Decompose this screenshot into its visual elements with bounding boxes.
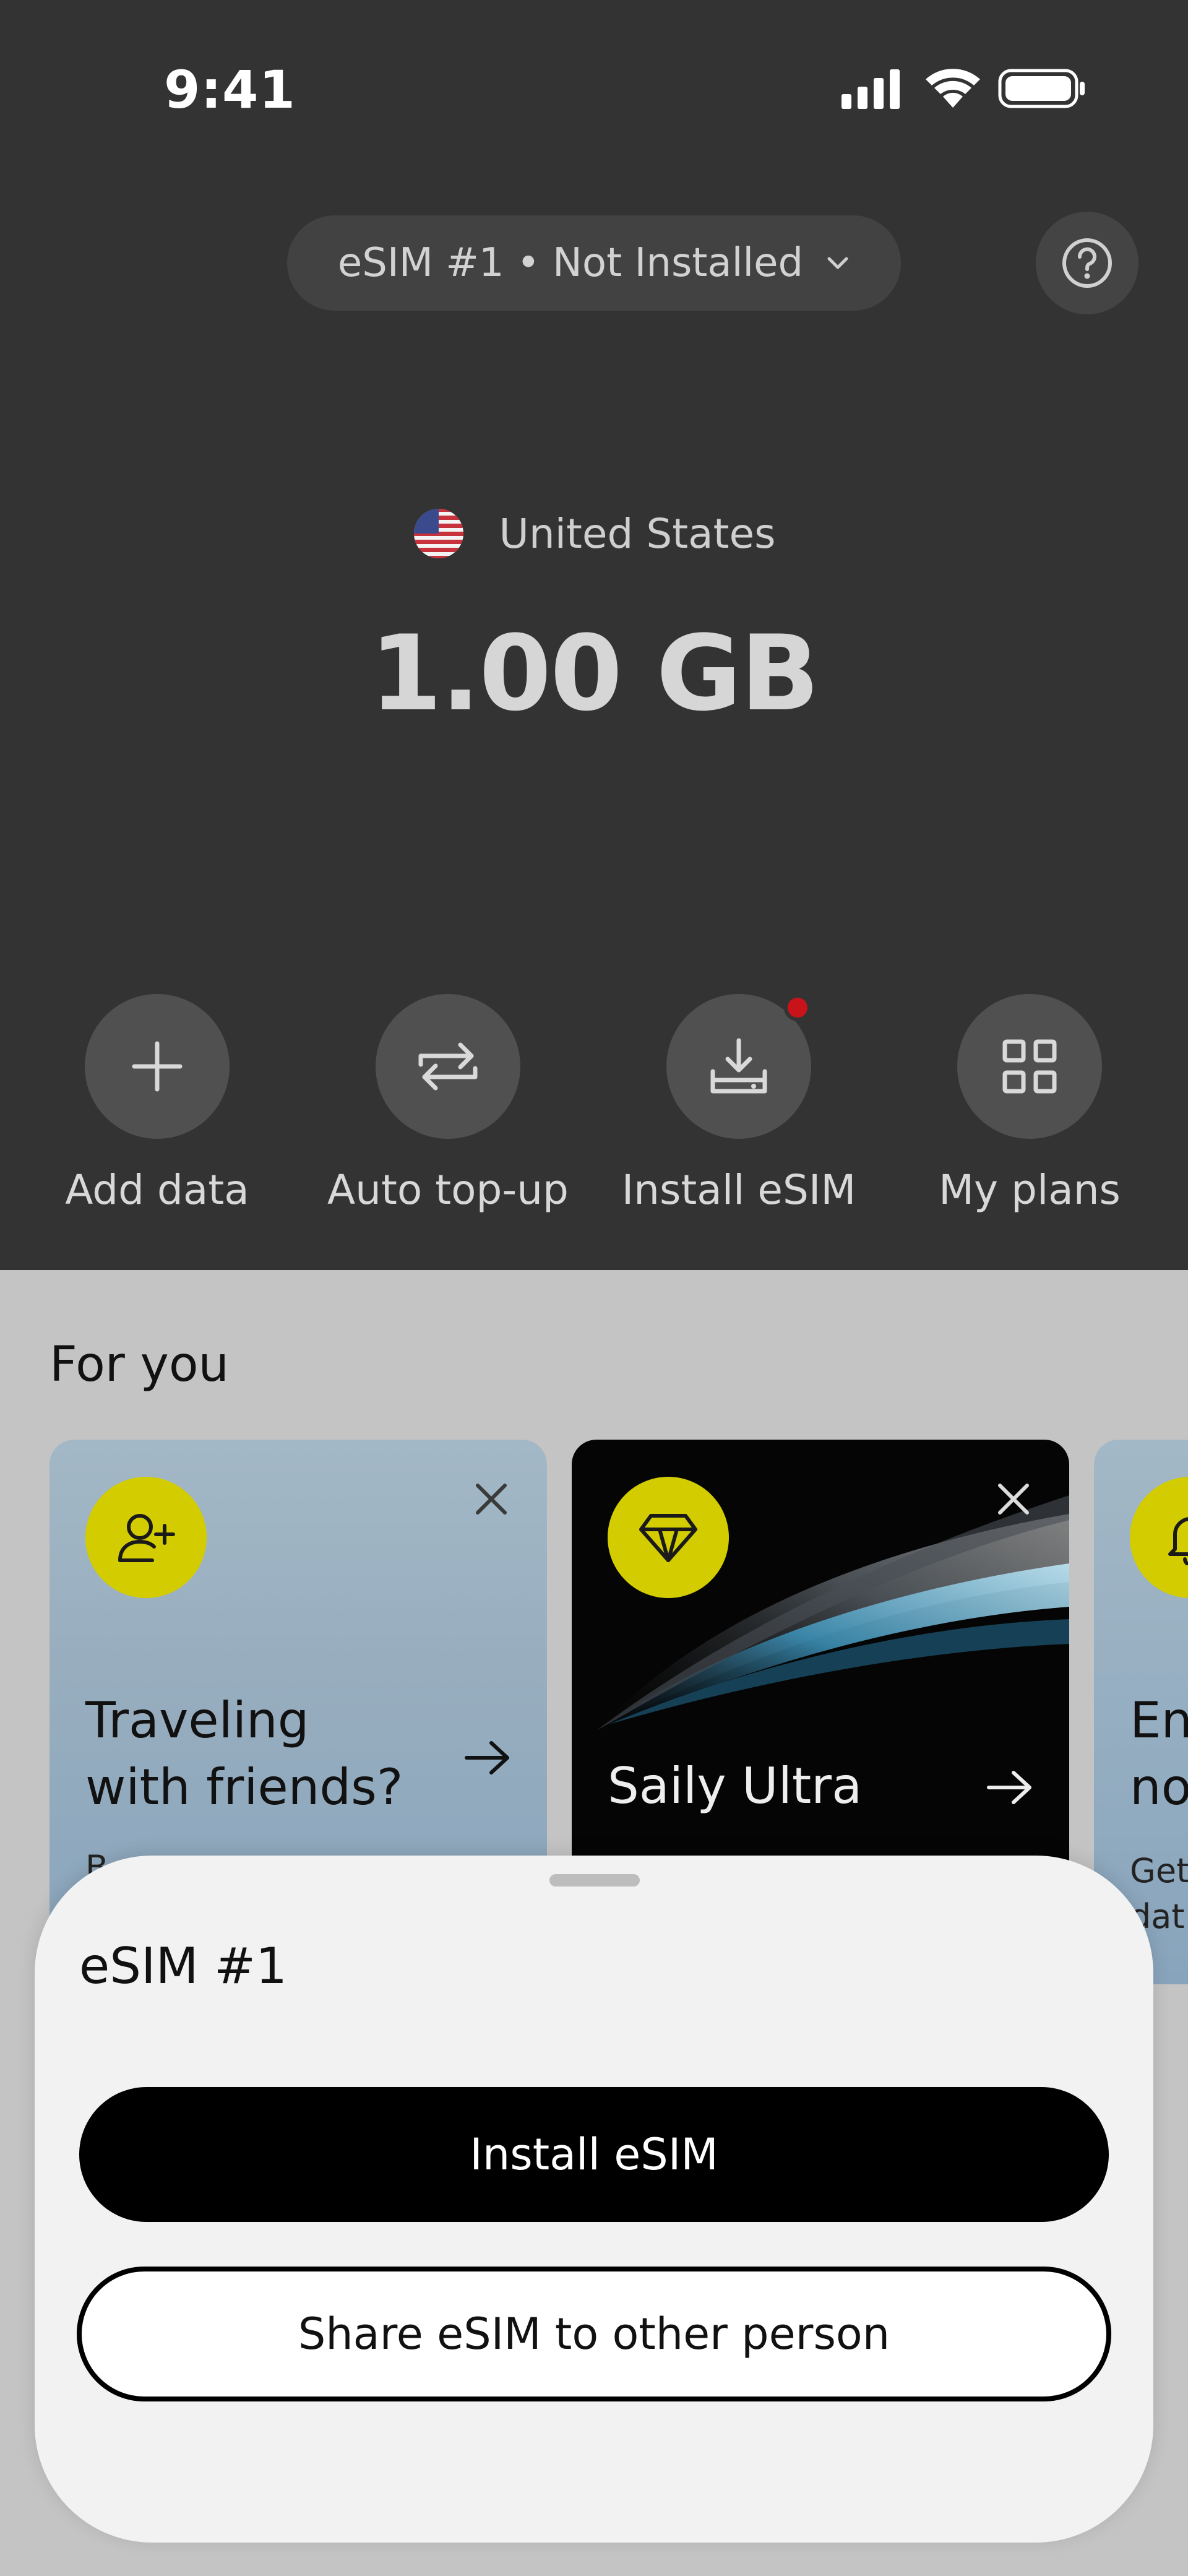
close-icon <box>476 1484 507 1515</box>
dismiss-card-button[interactable] <box>989 1474 1038 1524</box>
auto-top-up-button[interactable] <box>376 994 520 1139</box>
plus-icon <box>132 1041 183 1092</box>
my-plans-label: My plans <box>939 1166 1121 1214</box>
grid-icon <box>1002 1039 1057 1094</box>
arrow-right-icon <box>465 1741 509 1774</box>
card-title-line1: Traveling <box>85 1692 309 1749</box>
card-title-line2: no <box>1130 1758 1188 1816</box>
sheet-drag-handle[interactable] <box>549 1874 640 1887</box>
plan-country: United States <box>0 508 1188 560</box>
wifi-icon <box>926 69 980 108</box>
sheet-title: eSIM #1 <box>79 1937 287 1995</box>
install-esim-button[interactable] <box>666 994 811 1139</box>
card-icon-badge <box>1130 1477 1188 1598</box>
card-title-line1: En <box>1130 1692 1188 1749</box>
for-you-heading: For you <box>50 1337 229 1393</box>
share-esim-button[interactable]: Share eSIM to other person <box>77 2267 1111 2401</box>
esim-selector-label: eSIM #1 • Not Installed <box>337 240 804 286</box>
repeat-arrows-icon <box>418 1042 478 1091</box>
card-title-line2: with friends? <box>85 1758 403 1816</box>
my-plans-button[interactable] <box>957 994 1102 1139</box>
install-esim-label: Install eSIM <box>621 1166 856 1214</box>
install-esim-button-label: Install eSIM <box>470 2129 718 2180</box>
app-screen: 9:41 eSIM #1 • Not Installed United Stat… <box>0 0 1188 2576</box>
cellular-signal-icon <box>842 69 900 109</box>
help-button[interactable] <box>1036 212 1138 314</box>
download-tray-icon <box>710 1038 767 1094</box>
bell-icon <box>1168 1517 1188 1565</box>
my-plans-action[interactable]: My plans <box>900 994 1160 1214</box>
status-time: 9:41 <box>164 59 296 120</box>
auto-top-up-label: Auto top-up <box>327 1166 569 1214</box>
card-icon-badge <box>85 1477 207 1598</box>
auto-top-up-action[interactable]: Auto top-up <box>318 994 578 1214</box>
card-title: Saily Ultra <box>608 1757 863 1815</box>
share-esim-button-label: Share eSIM to other person <box>298 2309 890 2359</box>
diamond-icon <box>639 1514 697 1562</box>
dismiss-card-button[interactable] <box>467 1474 516 1524</box>
notification-dot <box>784 994 811 1021</box>
add-data-label: Add data <box>65 1166 249 1214</box>
esim-selector[interactable]: eSIM #1 • Not Installed <box>287 215 901 311</box>
country-name: United States <box>499 509 776 558</box>
install-esim-action[interactable]: Install eSIM <box>609 994 869 1214</box>
add-data-button[interactable] <box>85 994 230 1139</box>
plan-header-area: 9:41 eSIM #1 • Not Installed United Stat… <box>0 0 1188 1270</box>
arrow-right-icon <box>987 1771 1031 1804</box>
us-flag-icon <box>413 509 463 558</box>
card-title: Traveling with friends? <box>85 1687 403 1821</box>
add-user-icon <box>118 1514 175 1562</box>
question-circle-icon <box>1062 238 1112 288</box>
card-icon-badge <box>608 1477 729 1598</box>
card-subtitle-line1: Get <box>1130 1851 1188 1890</box>
status-icons <box>842 69 1085 109</box>
esim-bottom-sheet: eSIM #1 Install eSIM Share eSIM to other… <box>35 1856 1153 2543</box>
add-data-action[interactable]: Add data <box>27 994 287 1214</box>
install-esim-primary-button[interactable]: Install eSIM <box>79 2087 1109 2222</box>
close-icon <box>998 1484 1029 1515</box>
card-title: En no <box>1130 1687 1188 1821</box>
chevron-down-icon <box>827 257 848 269</box>
battery-icon <box>998 69 1085 108</box>
data-amount: 1.00 GB <box>369 613 820 734</box>
